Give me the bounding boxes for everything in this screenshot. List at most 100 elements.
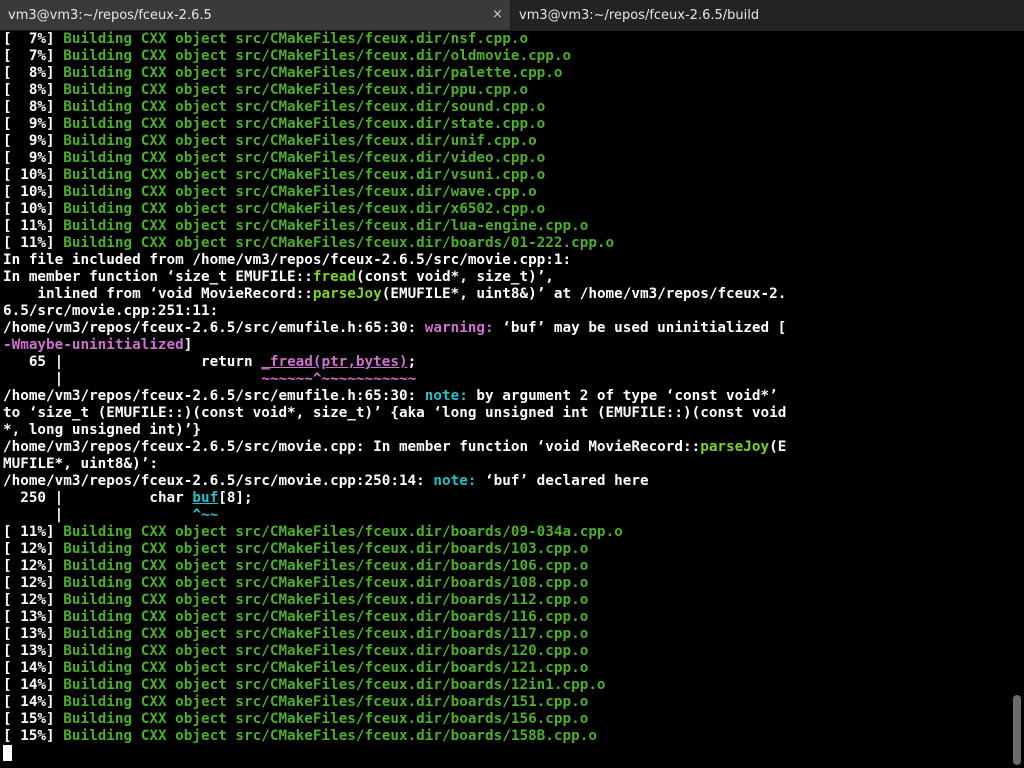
build-message: Building CXX object src/CMakeFiles/fceux… [54, 524, 623, 540]
build-percent: [ 11%] [3, 524, 55, 540]
build-line: [ 8%] Building CXX object src/CMakeFiles… [3, 65, 1010, 82]
tab-fceux-build[interactable]: vm3@vm3:~/repos/fceux-2.6.5/build [511, 0, 1024, 31]
build-line: [ 13%] Building CXX object src/CMakeFile… [3, 626, 1010, 643]
build-line: [ 13%] Building CXX object src/CMakeFile… [3, 643, 1010, 660]
build-message: Building CXX object src/CMakeFiles/fceux… [54, 116, 546, 132]
build-percent: [ 8%] [3, 82, 55, 98]
build-percent: [ 10%] [3, 201, 55, 217]
build-message: Building CXX object src/CMakeFiles/fceux… [54, 626, 589, 642]
build-line: [ 8%] Building CXX object src/CMakeFiles… [3, 99, 1010, 116]
build-line: [ 12%] Building CXX object src/CMakeFile… [3, 592, 1010, 609]
note-line: *, long unsigned int)’} [3, 422, 201, 438]
build-line: [ 9%] Building CXX object src/CMakeFiles… [3, 150, 1010, 167]
build-message: Building CXX object src/CMakeFiles/fceux… [54, 541, 589, 557]
caret-line: | ^~~ [3, 507, 219, 523]
build-percent: [ 15%] [3, 711, 55, 727]
build-message: Building CXX object src/CMakeFiles/fceux… [54, 150, 546, 166]
build-message: Building CXX object src/CMakeFiles/fceux… [54, 558, 589, 574]
build-message: Building CXX object src/CMakeFiles/fceux… [54, 167, 546, 183]
source-line: 250 | char buf[8]; [3, 490, 253, 506]
build-percent: [ 8%] [3, 65, 55, 81]
terminal-output[interactable]: [ 7%] Building CXX object src/CMakeFiles… [0, 31, 1010, 768]
build-percent: [ 13%] [3, 626, 55, 642]
warning-flag-line: -Wmaybe-uninitialized] [3, 337, 193, 353]
note-line: to ‘size_t (EMUFILE::)(const void*, size… [3, 405, 787, 421]
build-line: [ 12%] Building CXX object src/CMakeFile… [3, 558, 1010, 575]
build-message: Building CXX object src/CMakeFiles/fceux… [54, 133, 537, 149]
scrollbar-thumb[interactable] [1013, 695, 1021, 765]
diag-line: In member function ‘size_t EMUFILE::frea… [3, 269, 554, 285]
terminal-cursor [3, 745, 12, 761]
build-percent: [ 12%] [3, 575, 55, 591]
close-icon[interactable]: × [490, 8, 505, 23]
warning-line: /home/vm3/repos/fceux-2.6.5/src/emufile.… [3, 320, 787, 336]
prompt-line[interactable] [3, 745, 1010, 762]
build-percent: [ 7%] [3, 48, 55, 64]
tab-bar: vm3@vm3:~/repos/fceux-2.6.5 × vm3@vm3:~/… [0, 0, 1024, 31]
build-line: [ 11%] Building CXX object src/CMakeFile… [3, 218, 1010, 235]
build-line: [ 13%] Building CXX object src/CMakeFile… [3, 609, 1010, 626]
build-line: [ 8%] Building CXX object src/CMakeFiles… [3, 82, 1010, 99]
build-percent: [ 10%] [3, 167, 55, 183]
build-message: Building CXX object src/CMakeFiles/fceux… [54, 575, 589, 591]
build-message: Building CXX object src/CMakeFiles/fceux… [54, 609, 589, 625]
build-message: Building CXX object src/CMakeFiles/fceux… [54, 82, 529, 98]
build-line: [ 9%] Building CXX object src/CMakeFiles… [3, 133, 1010, 150]
tab-title: vm3@vm3:~/repos/fceux-2.6.5 [8, 8, 212, 23]
diag-line: 6.5/src/movie.cpp:251:11: [3, 303, 219, 319]
build-percent: [ 7%] [3, 31, 55, 47]
build-line: [ 10%] Building CXX object src/CMakeFile… [3, 184, 1010, 201]
build-percent: [ 9%] [3, 133, 55, 149]
build-message: Building CXX object src/CMakeFiles/fceux… [54, 592, 589, 608]
build-message: Building CXX object src/CMakeFiles/fceux… [54, 31, 529, 47]
build-line: [ 14%] Building CXX object src/CMakeFile… [3, 694, 1010, 711]
build-line: [ 12%] Building CXX object src/CMakeFile… [3, 541, 1010, 558]
build-line: [ 10%] Building CXX object src/CMakeFile… [3, 201, 1010, 218]
source-line: 65 | return _fread(ptr,bytes); [3, 354, 417, 370]
build-line: [ 14%] Building CXX object src/CMakeFile… [3, 677, 1010, 694]
tab-fceux[interactable]: vm3@vm3:~/repos/fceux-2.6.5 × [0, 0, 511, 31]
build-percent: [ 10%] [3, 184, 55, 200]
build-percent: [ 14%] [3, 660, 55, 676]
build-percent: [ 13%] [3, 609, 55, 625]
build-line: [ 11%] Building CXX object src/CMakeFile… [3, 235, 1010, 252]
build-percent: [ 9%] [3, 116, 55, 132]
build-percent: [ 13%] [3, 643, 55, 659]
build-percent: [ 15%] [3, 728, 55, 744]
build-percent: [ 12%] [3, 541, 55, 557]
caret-line: | ~~~~~~^~~~~~~~~~~~ [3, 371, 417, 387]
diag-line: /home/vm3/repos/fceux-2.6.5/src/movie.cp… [3, 439, 787, 455]
note-line: /home/vm3/repos/fceux-2.6.5/src/emufile.… [3, 388, 778, 404]
build-percent: [ 9%] [3, 150, 55, 166]
build-line: [ 12%] Building CXX object src/CMakeFile… [3, 575, 1010, 592]
build-percent: [ 12%] [3, 558, 55, 574]
build-message: Building CXX object src/CMakeFiles/fceux… [54, 218, 589, 234]
build-message: Building CXX object src/CMakeFiles/fceux… [54, 65, 563, 81]
terminal-window: vm3@vm3:~/repos/fceux-2.6.5 × vm3@vm3:~/… [0, 0, 1024, 768]
terminal-text: [ 7%] Building CXX object src/CMakeFiles… [0, 31, 1010, 762]
build-message: Building CXX object src/CMakeFiles/fceux… [54, 728, 597, 744]
build-percent: [ 14%] [3, 677, 55, 693]
build-percent: [ 11%] [3, 218, 55, 234]
build-line: [ 15%] Building CXX object src/CMakeFile… [3, 728, 1010, 745]
build-percent: [ 8%] [3, 99, 55, 115]
build-line: [ 9%] Building CXX object src/CMakeFiles… [3, 116, 1010, 133]
build-message: Building CXX object src/CMakeFiles/fceux… [54, 99, 546, 115]
note-line: /home/vm3/repos/fceux-2.6.5/src/movie.cp… [3, 473, 649, 489]
build-message: Building CXX object src/CMakeFiles/fceux… [54, 677, 606, 693]
build-message: Building CXX object src/CMakeFiles/fceux… [54, 48, 572, 64]
build-line: [ 7%] Building CXX object src/CMakeFiles… [3, 48, 1010, 65]
build-percent: [ 11%] [3, 235, 55, 251]
tab-title: vm3@vm3:~/repos/fceux-2.6.5/build [519, 8, 760, 23]
build-message: Building CXX object src/CMakeFiles/fceux… [54, 660, 589, 676]
build-message: Building CXX object src/CMakeFiles/fceux… [54, 694, 589, 710]
build-message: Building CXX object src/CMakeFiles/fceux… [54, 711, 589, 727]
build-percent: [ 14%] [3, 694, 55, 710]
build-line: [ 7%] Building CXX object src/CMakeFiles… [3, 31, 1010, 48]
build-line: [ 14%] Building CXX object src/CMakeFile… [3, 660, 1010, 677]
build-line: [ 11%] Building CXX object src/CMakeFile… [3, 524, 1010, 541]
diag-line: MUFILE*, uint8&)’: [3, 456, 158, 472]
build-message: Building CXX object src/CMakeFiles/fceux… [54, 184, 537, 200]
build-message: Building CXX object src/CMakeFiles/fceux… [54, 643, 589, 659]
scrollbar[interactable] [1010, 31, 1024, 768]
